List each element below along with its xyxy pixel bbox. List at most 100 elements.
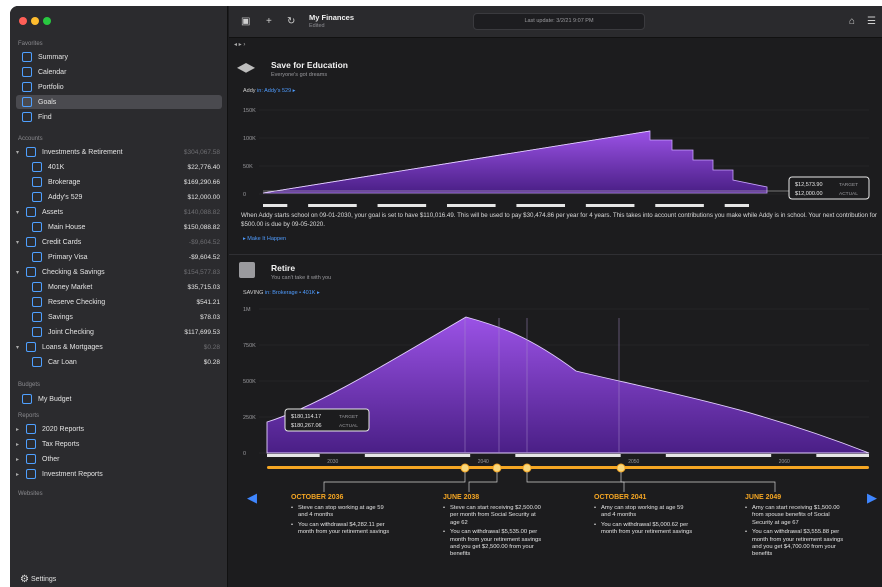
milestone-dot[interactable] — [616, 463, 626, 473]
settings-button[interactable]: ⚙ Settings — [20, 572, 100, 586]
y-tick-label: 0 — [243, 451, 246, 457]
account-group-total: $154,577.83 — [183, 268, 220, 276]
account-addy-s-529[interactable]: Addy's 529 $12,000.00 — [10, 190, 228, 204]
x-tick-label: 2030 — [327, 459, 338, 465]
account-balance: $0.28 — [203, 358, 220, 366]
account-group-assets[interactable]: ▾ Assets $140,088.82 — [10, 205, 228, 219]
account-icon — [32, 177, 42, 187]
disclosure-chevron-icon[interactable]: ▸ — [16, 441, 24, 448]
timeline-next-arrow[interactable]: ▶ — [867, 490, 877, 506]
sidebar-item-label: Calendar — [38, 68, 67, 76]
disclosure-chevron-icon[interactable]: ▸ — [16, 426, 24, 433]
minimize-window-button[interactable] — [31, 17, 39, 25]
sidebar-item-find[interactable]: Find — [10, 110, 228, 124]
report-2020-reports[interactable]: ▸ 2020 Reports — [10, 422, 228, 436]
milestone-detail-item: You can withdrawal $5,000.62 per month f… — [594, 522, 694, 537]
target-label: TARGET — [839, 182, 858, 188]
y-tick-label: 0 — [243, 192, 246, 198]
account-group-investments-retirement[interactable]: ▾ Investments & Retirement $304,067.58 — [10, 145, 228, 159]
actual-label: ACTUAL — [339, 423, 358, 429]
make-it-happen-link[interactable]: ▸ Make It Happen — [243, 236, 286, 242]
sidebar-item-summary[interactable]: Summary — [10, 50, 228, 64]
account-group-total: $140,088.82 — [183, 208, 220, 216]
add-icon[interactable]: + — [266, 16, 272, 27]
back-forward-icon[interactable]: ◂ ▸ › — [234, 41, 245, 48]
close-window-button[interactable] — [19, 17, 27, 25]
education-description: When Addy starts school on 09-01-2030, y… — [241, 212, 877, 228]
zoom-window-button[interactable] — [43, 17, 51, 25]
x-axis-gap — [319, 454, 365, 457]
account-group-credit-cards[interactable]: ▾ Credit Cards -$9,604.52 — [10, 235, 228, 249]
folder-icon — [26, 147, 36, 157]
budgets-section-title: Budgets — [18, 382, 41, 388]
disclosure-chevron-icon[interactable]: ▸ — [16, 456, 24, 463]
actual-value: $180,267.06 — [291, 423, 322, 429]
disclosure-chevron-icon[interactable]: ▾ — [16, 239, 24, 246]
account-balance: $150,088.82 — [183, 223, 220, 231]
account-icon — [32, 222, 42, 232]
favorites-section-title: Favorites — [18, 41, 43, 47]
websites-section-title: Websites — [18, 491, 43, 497]
account-icon — [32, 162, 42, 172]
account-balance: $35,715.03 — [187, 283, 220, 291]
list-icon[interactable]: ☰ — [867, 16, 876, 27]
account-group-loans-mortgages[interactable]: ▾ Loans & Mortgages $0.28 — [10, 340, 228, 354]
report-label: Tax Reports — [42, 440, 80, 448]
milestone-detail-item: Amy can stop working at age 59 and 4 mon… — [594, 505, 694, 520]
bank-icon[interactable]: ⌂ — [849, 16, 855, 27]
budget-my-budget[interactable]: My Budget — [10, 392, 228, 406]
account-main-house[interactable]: Main House $150,088.82 — [10, 220, 228, 234]
milestone-detail-item: You can withdrawal $4,282.11 per month f… — [291, 522, 391, 537]
retire-icon — [239, 262, 255, 278]
target-value: $12,573.90 — [795, 182, 823, 188]
budget-icon — [22, 394, 32, 404]
account-brokerage[interactable]: Brokerage $169,290.66 — [10, 175, 228, 189]
disclosure-chevron-icon[interactable]: ▸ — [16, 471, 24, 478]
account-joint-checking[interactable]: Joint Checking $117,699.53 — [10, 325, 228, 339]
account-car-loan[interactable]: Car Loan $0.28 — [10, 355, 228, 369]
sidebar-item-calendar[interactable]: Calendar — [10, 65, 228, 79]
report-other[interactable]: ▸ Other — [10, 452, 228, 466]
portfolio-icon — [22, 82, 32, 92]
account-balance: $22,776.40 — [187, 163, 220, 171]
education-filter[interactable]: Addy in: Addy's 529 ▸ — [243, 88, 295, 94]
x-axis-gap — [620, 454, 666, 457]
report-tax-reports[interactable]: ▸ Tax Reports — [10, 437, 228, 451]
refresh-icon[interactable]: ↻ — [287, 16, 295, 27]
milestone-dot[interactable] — [492, 463, 502, 473]
actual-value: $12,000.00 — [795, 191, 823, 197]
account-savings[interactable]: Savings $78.03 — [10, 310, 228, 324]
account-group-total: $304,067.58 — [183, 148, 220, 156]
milestone-dot[interactable] — [460, 463, 470, 473]
account-money-market[interactable]: Money Market $35,715.03 — [10, 280, 228, 294]
disclosure-chevron-icon[interactable]: ▾ — [16, 269, 24, 276]
disclosure-chevron-icon[interactable]: ▾ — [16, 344, 24, 351]
account-primary-visa[interactable]: Primary Visa -$9,604.52 — [10, 250, 228, 264]
milestone-detail-item: Steve can stop working at age 59 and 4 m… — [291, 505, 391, 520]
document-title: My Finances — [309, 13, 355, 22]
education-filter-link[interactable]: in: Addy's 529 ▸ — [257, 88, 295, 94]
retire-title: Retire — [271, 263, 296, 273]
account-401k[interactable]: 401K $22,776.40 — [10, 160, 228, 174]
report-label: Investment Reports — [42, 470, 103, 478]
account-label: Car Loan — [48, 358, 77, 366]
account-reserve-checking[interactable]: Reserve Checking $541.21 — [10, 295, 228, 309]
disclosure-chevron-icon[interactable]: ▾ — [16, 209, 24, 216]
sidebar-item-label: Portfolio — [38, 83, 64, 91]
actual-label: ACTUAL — [839, 191, 858, 197]
sidebar-toggle-icon[interactable]: ▣ — [241, 16, 250, 27]
folder-icon — [26, 439, 36, 449]
folder-icon — [26, 342, 36, 352]
disclosure-chevron-icon[interactable]: ▾ — [16, 149, 24, 156]
sidebar-item-goals[interactable]: Goals — [16, 95, 222, 109]
y-tick-label: 1M — [243, 307, 251, 313]
milestone-dot[interactable] — [522, 463, 532, 473]
x-axis-gap — [565, 204, 586, 207]
account-group-total: -$9,604.52 — [188, 238, 220, 246]
timeline-previous-arrow[interactable]: ◀ — [247, 490, 257, 506]
milestone-date: OCTOBER 2036 — [291, 494, 344, 501]
sidebar-item-portfolio[interactable]: Portfolio — [10, 80, 228, 94]
document-status: Edited — [309, 23, 325, 29]
report-investment-reports[interactable]: ▸ Investment Reports — [10, 467, 228, 481]
account-group-checking-savings[interactable]: ▾ Checking & Savings $154,577.83 — [10, 265, 228, 279]
